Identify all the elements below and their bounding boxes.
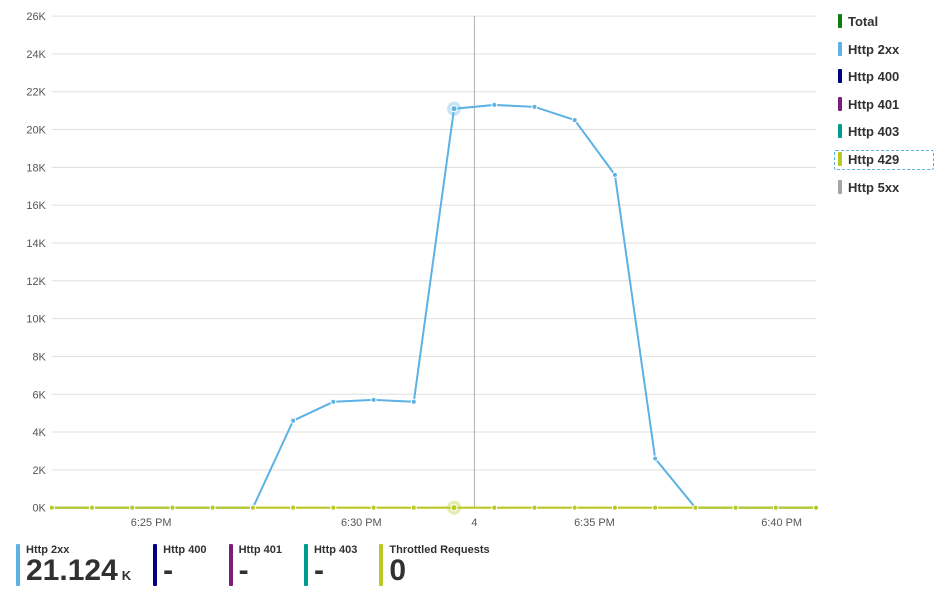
svg-text:20K: 20K bbox=[26, 124, 46, 136]
svg-text:18K: 18K bbox=[26, 162, 46, 174]
legend-label: Http 403 bbox=[848, 124, 899, 140]
legend-label: Http 401 bbox=[848, 97, 899, 113]
legend: Total Http 2xx Http 400 Http 401 Http 403 Htt… bbox=[834, 10, 934, 536]
stat-http-400: Http 400- bbox=[153, 544, 206, 586]
svg-text:12K: 12K bbox=[26, 276, 46, 288]
legend-item-http-429[interactable]: Http 429 bbox=[834, 150, 934, 170]
legend-swatch bbox=[838, 180, 842, 194]
svg-text:6K: 6K bbox=[32, 389, 46, 401]
stat-http-2xx: Http 2xx21.124K bbox=[16, 544, 131, 586]
svg-text:6:30 PM: 6:30 PM bbox=[341, 517, 382, 529]
legend-swatch bbox=[838, 42, 842, 56]
legend-swatch bbox=[838, 97, 842, 111]
svg-text:6:35 PM: 6:35 PM bbox=[574, 517, 615, 529]
legend-swatch bbox=[838, 14, 842, 28]
stats-bar: Http 2xx21.124K Http 400- Http 401- Http 40… bbox=[10, 544, 934, 586]
svg-text:10K: 10K bbox=[26, 314, 46, 326]
svg-text:24K: 24K bbox=[26, 49, 46, 61]
stat-color-bar bbox=[153, 544, 157, 586]
stat-throttled-requests: Throttled Requests0 bbox=[379, 544, 489, 586]
stat-value: - bbox=[163, 556, 206, 586]
stat-value: - bbox=[239, 556, 282, 586]
legend-item-http-401[interactable]: Http 401 bbox=[834, 95, 934, 115]
stat-color-bar bbox=[304, 544, 308, 586]
svg-text:6:25 PM: 6:25 PM bbox=[131, 517, 172, 529]
svg-text:2K: 2K bbox=[32, 465, 46, 477]
svg-text:26K: 26K bbox=[26, 11, 46, 23]
legend-label: Http 400 bbox=[848, 69, 899, 85]
legend-label: Http 429 bbox=[848, 152, 899, 168]
stat-value: 0 bbox=[389, 556, 489, 586]
stat-http-401: Http 401- bbox=[229, 544, 282, 586]
legend-swatch bbox=[838, 124, 842, 138]
svg-text:6:40 PM: 6:40 PM bbox=[761, 517, 802, 529]
legend-label: Total bbox=[848, 14, 878, 30]
svg-text:4K: 4K bbox=[32, 427, 46, 439]
legend-item-http-400[interactable]: Http 400 bbox=[834, 67, 934, 87]
legend-item-http-5xx[interactable]: Http 5xx bbox=[834, 178, 934, 198]
svg-text:22K: 22K bbox=[26, 87, 46, 99]
stat-color-bar bbox=[16, 544, 20, 586]
svg-text:8K: 8K bbox=[32, 351, 46, 363]
stat-value: 21.124K bbox=[26, 556, 131, 586]
legend-label: Http 2xx bbox=[848, 42, 899, 58]
stat-value: - bbox=[314, 556, 357, 586]
legend-item-http-403[interactable]: Http 403 bbox=[834, 122, 934, 142]
legend-swatch bbox=[838, 152, 842, 166]
svg-text:16K: 16K bbox=[26, 200, 46, 212]
svg-text:4: 4 bbox=[471, 517, 477, 529]
legend-swatch bbox=[838, 69, 842, 83]
line-chart[interactable]: 0K 2K 4K 6K 8K 10K 12K 14K 16K 18K 20K 22K 24K 26K 6:2… bbox=[10, 10, 834, 536]
legend-label: Http 5xx bbox=[848, 180, 899, 196]
stat-color-bar bbox=[229, 544, 233, 586]
stat-color-bar bbox=[379, 544, 383, 586]
legend-item-total[interactable]: Total bbox=[834, 12, 934, 32]
svg-text:14K: 14K bbox=[26, 238, 46, 250]
legend-item-http-2xx[interactable]: Http 2xx bbox=[834, 40, 934, 60]
stat-http-403: Http 403- bbox=[304, 544, 357, 586]
svg-text:0K: 0K bbox=[32, 503, 46, 515]
